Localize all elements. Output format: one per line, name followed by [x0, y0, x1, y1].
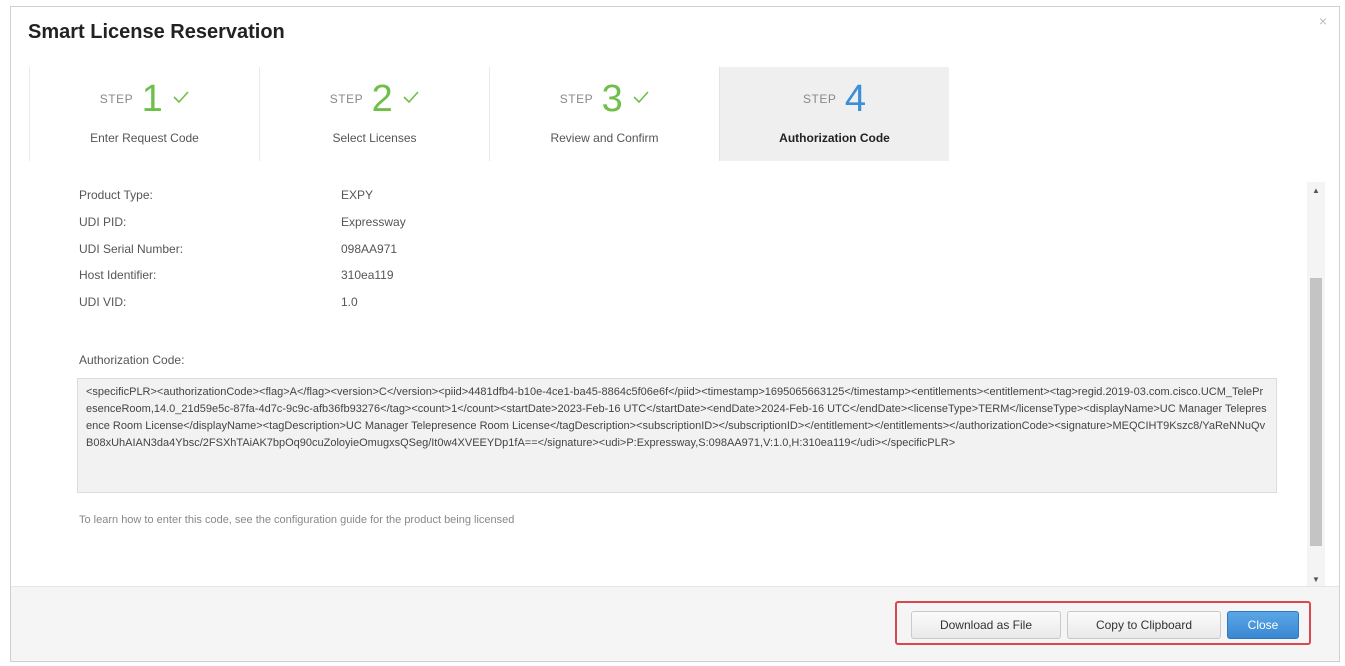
smart-license-reservation-dialog: Smart License Reservation × STEP 1 Enter…	[10, 6, 1340, 662]
scroll-up-arrow-icon[interactable]: ▲	[1307, 182, 1325, 200]
step-label: Authorization Code	[779, 131, 890, 145]
checkmark-icon	[173, 79, 189, 119]
checkmark-icon	[633, 79, 649, 119]
checkmark-icon	[403, 79, 419, 119]
copy-to-clipboard-button[interactable]: Copy to Clipboard	[1067, 611, 1221, 639]
authorization-code-label: Authorization Code:	[79, 353, 185, 367]
step-wizard: STEP 1 Enter Request Code STEP 2 Select …	[29, 67, 949, 161]
field-value: EXPY	[341, 188, 374, 202]
step-number: 4	[844, 78, 866, 120]
close-icon[interactable]: ×	[1319, 13, 1327, 29]
field-label: Product Type:	[79, 188, 153, 202]
step-label: Review and Confirm	[550, 131, 659, 145]
authorization-code-box[interactable]: <specificPLR><authorizationCode><flag>A<…	[77, 378, 1277, 493]
content-pane: Product Type: EXPY UDI PID: Expressway U…	[11, 167, 1301, 587]
step-word: STEP	[99, 92, 134, 106]
vertical-scrollbar[interactable]: ▲ ▼	[1307, 182, 1325, 589]
step-2[interactable]: STEP 2 Select Licenses	[259, 67, 489, 161]
step-word: STEP	[559, 92, 594, 106]
field-value: 098AA971	[341, 242, 398, 256]
step-3[interactable]: STEP 3 Review and Confirm	[489, 67, 719, 161]
configuration-hint: To learn how to enter this code, see the…	[79, 514, 515, 526]
button-highlight-box: Download as File Copy to Clipboard Close	[895, 601, 1311, 645]
step-label: Select Licenses	[332, 131, 417, 145]
step-1[interactable]: STEP 1 Enter Request Code	[29, 67, 259, 161]
step-number: 1	[141, 78, 163, 120]
step-number: 2	[371, 78, 393, 120]
step-word: STEP	[803, 92, 837, 106]
field-value: Expressway	[341, 215, 406, 229]
step-4[interactable]: STEP 4 Authorization Code	[719, 67, 949, 161]
close-button[interactable]: Close	[1227, 611, 1299, 639]
field-value: 310ea119	[341, 268, 394, 282]
field-label: UDI VID:	[79, 295, 127, 309]
step-word: STEP	[329, 92, 364, 106]
field-label: Host Identifier:	[79, 268, 157, 282]
scroll-thumb[interactable]	[1310, 278, 1322, 546]
field-value: 1.0	[341, 295, 358, 309]
field-label: UDI Serial Number:	[79, 242, 184, 256]
step-label: Enter Request Code	[90, 131, 199, 145]
download-as-file-button[interactable]: Download as File	[911, 611, 1061, 639]
step-number: 3	[601, 78, 623, 120]
field-label: UDI PID:	[79, 215, 127, 229]
dialog-title: Smart License Reservation	[28, 21, 285, 43]
dialog-footer: Download as File Copy to Clipboard Close	[11, 586, 1339, 661]
